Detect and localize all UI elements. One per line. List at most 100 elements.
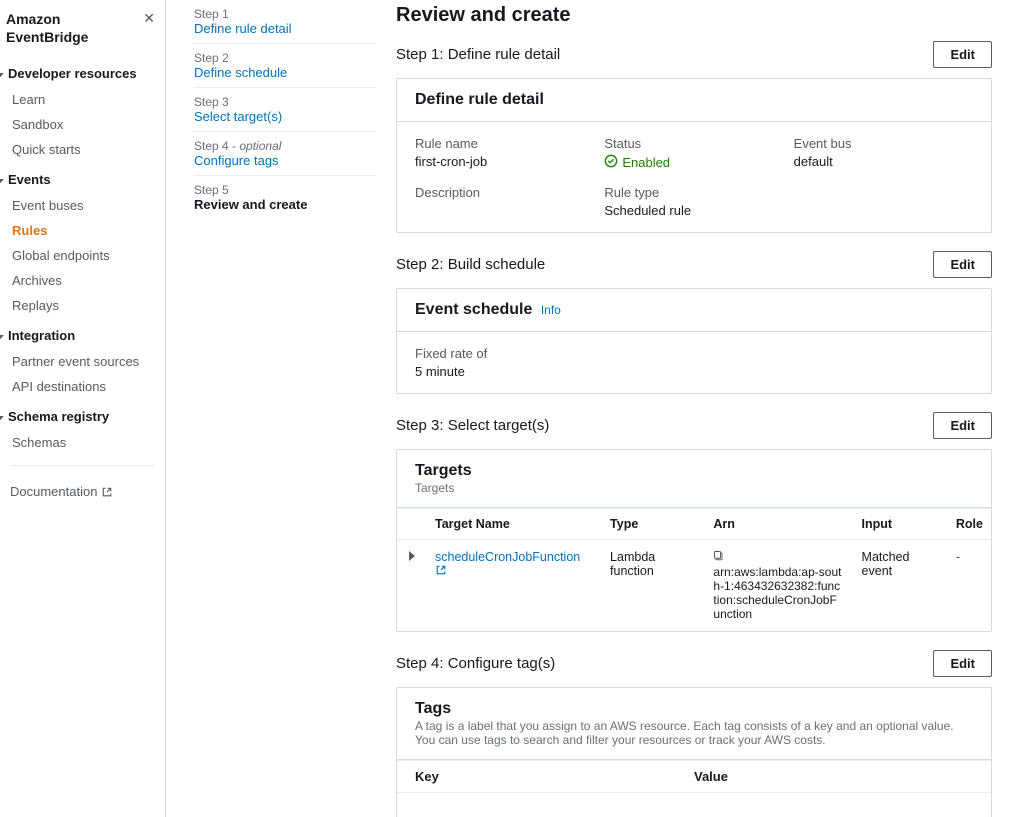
fixed-rate-value: 5 minute — [415, 364, 973, 379]
panel-title-schedule: Event schedule Info — [415, 301, 973, 319]
nav-item-replays[interactable]: Replays — [0, 293, 165, 318]
wizard-step-1: Step 1 Define rule detail — [194, 0, 376, 44]
nav-item-quick-starts[interactable]: Quick starts — [0, 137, 165, 162]
fixed-rate-label: Fixed rate of — [415, 346, 973, 361]
event-bus-label: Event bus — [794, 136, 973, 151]
panel-event-schedule: Event schedule Info Fixed rate of 5 minu… — [396, 288, 992, 394]
panel-header-targets: Targets Targets — [397, 450, 991, 508]
nav-item-global-endpoints[interactable]: Global endpoints — [0, 243, 165, 268]
col-type: Type — [602, 509, 705, 540]
expand-row-icon[interactable] — [409, 551, 415, 561]
wizard-step-2: Step 2 Define schedule — [194, 44, 376, 88]
wizard-step-5-label: Step 5 — [194, 183, 376, 197]
nav-item-partner-event-sources[interactable]: Partner event sources — [0, 349, 165, 374]
main-content: Review and create Step 1: Define rule de… — [396, 0, 1024, 817]
edit-step3-button[interactable]: Edit — [933, 412, 992, 439]
panel-sub-targets: Targets — [415, 481, 973, 495]
target-role: - — [956, 550, 960, 564]
step4-heading: Step 4: Configure tag(s) — [396, 655, 555, 672]
wizard-step-1-label: Step 1 — [194, 7, 376, 21]
edit-step2-button[interactable]: Edit — [933, 251, 992, 278]
nav-item-api-destinations[interactable]: API destinations — [0, 374, 165, 399]
col-arn: Arn — [705, 509, 853, 540]
panel-body-define-rule: Rule name first-cron-job Status Enabled … — [397, 122, 991, 232]
nav-item-rules[interactable]: Rules — [0, 218, 165, 243]
step2-heading: Step 2: Build schedule — [396, 256, 545, 273]
sidebar-header: Amazon EventBridge ✕ — [0, 10, 165, 56]
status-value: Enabled — [604, 154, 670, 171]
rule-type-value: Scheduled rule — [604, 203, 783, 218]
check-circle-icon — [604, 154, 618, 171]
wizard-step-4-link[interactable]: Configure tags — [194, 153, 376, 168]
panel-title-targets: Targets — [415, 462, 973, 480]
tags-empty-row — [397, 792, 991, 817]
step2-header-row: Step 2: Build schedule Edit — [396, 251, 992, 278]
table-row: scheduleCronJobFunction Lambda function … — [397, 540, 991, 632]
panel-header-define-rule: Define rule detail — [397, 79, 991, 122]
wizard-step-2-label: Step 2 — [194, 51, 376, 65]
description-label: Description — [415, 185, 594, 200]
col-input: Input — [854, 509, 948, 540]
wizard-step-2-link[interactable]: Define schedule — [194, 65, 376, 80]
external-link-icon — [435, 564, 447, 576]
wizard-step-5: Step 5 Review and create — [194, 176, 376, 219]
step3-heading: Step 3: Select target(s) — [396, 417, 549, 434]
wizard-step-3-link[interactable]: Select target(s) — [194, 109, 376, 124]
panel-tags: Tags A tag is a label that you assign to… — [396, 687, 992, 817]
service-title: Amazon EventBridge — [6, 10, 143, 46]
edit-step4-button[interactable]: Edit — [933, 650, 992, 677]
tags-col-key: Key — [415, 769, 694, 784]
wizard-step-4-label: Step 4 - optional — [194, 139, 376, 153]
col-target-name: Target Name — [427, 509, 602, 540]
wizard-step-3-label: Step 3 — [194, 95, 376, 109]
rule-name-value: first-cron-job — [415, 154, 594, 169]
nav-item-event-buses[interactable]: Event buses — [0, 193, 165, 218]
step1-header-row: Step 1: Define rule detail Edit — [396, 41, 992, 68]
targets-table: Target Name Type Arn Input Role schedule… — [397, 508, 991, 631]
wizard-step-4: Step 4 - optional Configure tags — [194, 132, 376, 176]
col-role: Role — [948, 509, 991, 540]
close-icon[interactable]: ✕ — [143, 10, 155, 27]
nav-item-sandbox[interactable]: Sandbox — [0, 112, 165, 137]
wizard-step-1-link[interactable]: Define rule detail — [194, 21, 376, 36]
target-arn-text: arn:aws:lambda:ap-south-1:463432632382:f… — [713, 565, 843, 621]
info-link[interactable]: Info — [541, 303, 561, 317]
copy-icon[interactable] — [713, 550, 725, 565]
panel-define-rule-detail: Define rule detail Rule name first-cron-… — [396, 78, 992, 233]
event-bus-value: default — [794, 154, 973, 169]
rule-name-label: Rule name — [415, 136, 594, 151]
panel-desc-tags: A tag is a label that you assign to an A… — [415, 719, 973, 747]
nav-item-archives[interactable]: Archives — [0, 268, 165, 293]
nav-group-schema-registry[interactable]: Schema registry — [0, 399, 165, 430]
panel-targets: Targets Targets Target Name Type Arn Inp… — [396, 449, 992, 632]
panel-title-tags: Tags — [415, 700, 973, 718]
panel-header-tags: Tags A tag is a label that you assign to… — [397, 688, 991, 760]
tags-col-value: Value — [694, 769, 973, 784]
nav-group-events[interactable]: Events — [0, 162, 165, 193]
panel-title-define-rule: Define rule detail — [415, 91, 973, 109]
step3-header-row: Step 3: Select target(s) Edit — [396, 412, 992, 439]
step1-heading: Step 1: Define rule detail — [396, 46, 560, 63]
target-name-link[interactable]: scheduleCronJobFunction — [435, 550, 580, 579]
panel-body-schedule: Fixed rate of 5 minute — [397, 332, 991, 393]
nav-group-integration[interactable]: Integration — [0, 318, 165, 349]
wizard-step-5-current: Review and create — [194, 197, 376, 212]
target-type: Lambda function — [602, 540, 705, 632]
step4-header-row: Step 4: Configure tag(s) Edit — [396, 650, 992, 677]
edit-step1-button[interactable]: Edit — [933, 41, 992, 68]
documentation-link[interactable]: Documentation — [0, 476, 165, 507]
nav-item-learn[interactable]: Learn — [0, 87, 165, 112]
external-link-icon — [101, 486, 113, 498]
tags-columns: Key Value — [397, 760, 991, 792]
panel-header-schedule: Event schedule Info — [397, 289, 991, 332]
wizard-steps: Step 1 Define rule detail Step 2 Define … — [166, 0, 396, 817]
nav-group-developer-resources[interactable]: Developer resources — [0, 56, 165, 87]
rule-type-label: Rule type — [604, 185, 783, 200]
wizard-step-3: Step 3 Select target(s) — [194, 88, 376, 132]
documentation-label: Documentation — [10, 484, 97, 499]
nav-item-schemas[interactable]: Schemas — [0, 430, 165, 455]
target-input: Matched event — [854, 540, 948, 632]
sidebar: Amazon EventBridge ✕ Developer resources… — [0, 0, 166, 817]
page-title: Review and create — [396, 4, 992, 27]
status-label: Status — [604, 136, 783, 151]
